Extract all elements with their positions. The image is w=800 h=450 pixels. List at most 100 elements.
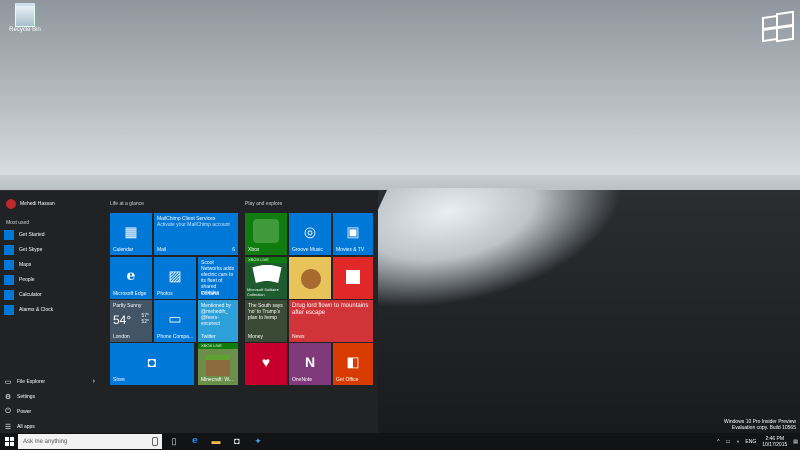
language-indicator[interactable]: ENG [745,439,756,445]
twitter-taskbar-icon[interactable]: ✦ [252,436,264,447]
watermark-line-2: Evaluation copy. Build 10565 [731,425,796,431]
alarm-icon [4,304,14,315]
store-taskbar-icon[interactable]: ◘ [231,436,243,447]
group-play-and-explore[interactable]: Play and explore [245,201,282,207]
app-maps[interactable]: Maps [4,257,100,272]
tile-onenote[interactable]: N OneNote [289,343,331,385]
recycle-bin-desktop-icon[interactable]: Recycle Bin [4,3,46,33]
chevron-right-icon[interactable]: › [93,378,95,385]
evaluation-watermark: Windows 10 Pro Insider Preview Evaluatio… [724,419,796,431]
app-label: People [19,276,35,283]
app-label: Get Skype [19,246,43,253]
tile-flipboard[interactable] [333,257,373,299]
app-alarms-clock[interactable]: Alarms & Clock [4,302,100,317]
taskbar: Ask me anything ▯ e ▬ ◘ ✦ ^ ▭ ◖ ENG 2:46… [0,433,800,450]
folder-icon: ▭ [4,378,12,386]
settings-button[interactable]: ⚙ Settings [4,389,100,404]
start-bottom-list: ▭ File Explorer › ⚙ Settings ⏻ Power ☰ A… [4,374,100,434]
tile-xbox[interactable]: Xbox [245,213,287,255]
avatar [6,199,16,209]
tile-twitter[interactable]: Mentioned by @mehedih_ @feers-excerect T… [198,300,238,342]
cartoon-bear-icon [301,269,321,289]
tile-groove-music[interactable]: ◎ Groove Music [289,213,331,255]
people-icon [4,274,14,285]
flipboard-icon [346,270,360,284]
calculator-icon [4,289,14,300]
tile-label: Photos [157,291,173,297]
cortana-search-input[interactable]: Ask me anything [18,434,162,449]
recycle-bin-icon [15,3,35,27]
tile-microsoft-edge[interactable]: e Microsoft Edge [110,257,152,299]
tile-weather[interactable]: Partly Sunny 54° 57° 52° London [110,300,152,342]
task-view-icon[interactable]: ▯ [168,436,180,447]
app-calculator[interactable]: Calculator [4,287,100,302]
tile-label: Microsoft Edge [113,291,147,297]
tile-iheartradio[interactable]: ♥ [245,343,287,385]
tile-minecraft[interactable]: XBOX LIVE Minecraft: W... [198,343,238,385]
power-label: Power [17,408,32,415]
photos-icon: ▨ [168,267,182,284]
gear-icon: ⚙ [4,393,12,401]
mail-count: 6 [232,247,235,253]
system-tray: ^ ▭ ◖ ENG 2:46 PM 10/17/2015 ▤ [717,433,798,450]
office-icon: ◧ [346,353,360,370]
mail-body: Activate your MailChimp account [157,222,230,228]
file-explorer-button[interactable]: ▭ File Explorer › [4,374,100,389]
tile-label: Mail [157,247,167,253]
most-used-label: Most used [6,220,30,226]
tile-news[interactable]: Drug lord flown to mountains after escap… [289,300,373,342]
tile-label: Phone Compa... [157,334,194,340]
app-label: Calculator [19,291,42,298]
app-get-skype[interactable]: Get Skype [4,242,100,257]
app-get-started[interactable]: Get Started [4,227,100,242]
groove-music-icon: ◎ [303,223,317,240]
tile-label: Money [248,334,264,340]
action-center-icon[interactable]: ▤ [793,439,798,445]
tile-get-office[interactable]: ◧ Get Office [333,343,373,385]
tile-mail[interactable]: MailChimp Client Services Activate your … [154,213,238,255]
file-explorer-taskbar-icon[interactable]: ▬ [210,436,222,447]
network-icon[interactable]: ▭ [726,439,731,445]
clock[interactable]: 2:46 PM 10/17/2015 [762,436,787,448]
tile-calendar[interactable]: ▦ Calendar [110,213,152,255]
tile-photos[interactable]: ▨ Photos [154,257,196,299]
user-account[interactable]: Mehedi Hassan [6,199,55,209]
skype-icon [4,244,14,255]
all-apps-button[interactable]: ☰ All apps [4,419,100,434]
tile-cortana[interactable]: Scoot Networks adds electric cars to its… [198,257,238,299]
volume-icon[interactable]: ◖ [736,439,739,445]
tile-label: Microsoft Solitaire Collection [247,287,279,297]
twitter-body: Mentioned by @mehedih_ @feers-excerect [201,303,232,327]
onenote-icon: N [304,353,316,370]
tile-money[interactable]: The South says 'no' to Trump’s plan to h… [245,300,287,342]
windows-logo-icon [758,6,794,43]
start-menu: Mehedi Hassan Most used Get Started Get … [0,191,378,433]
app-label: Maps [19,261,32,268]
start-button[interactable] [0,433,18,450]
app-people[interactable]: People [4,272,100,287]
phone-companion-icon: ▭ [168,310,182,327]
xbox-live-band: XBOX LIVE [198,343,238,349]
news-headline: Drug lord flown to mountains after escap… [292,303,369,316]
edge-taskbar-icon[interactable]: e [189,436,201,447]
microphone-icon[interactable] [152,437,158,446]
tile-phone-companion[interactable]: ▭ Phone Compa... [154,300,196,342]
tile-label: Groove Music [292,247,323,253]
tile-label: News [292,334,305,340]
tile-solitaire[interactable]: XBOX LIVE Microsoft Solitaire Collection [245,257,287,299]
edge-icon: e [126,267,136,284]
tile-store[interactable]: ◘ Store [110,343,194,385]
power-button[interactable]: ⏻ Power [4,404,100,419]
file-explorer-label: File Explorer [17,378,46,385]
tile-movies-tv[interactable]: ▣ Movies & TV [333,213,373,255]
most-used-list: Get Started Get Skype Maps People Calcul… [4,227,100,317]
tile-game-bear[interactable] [289,257,331,299]
minecraft-block-icon [206,355,230,376]
weather-condition: Partly Sunny [113,303,142,309]
group-life-at-a-glance[interactable]: Life at a glance [110,201,144,207]
list-icon: ☰ [4,423,12,431]
tile-label: Get Office [336,377,359,383]
show-hidden-icons-icon[interactable]: ^ [717,439,719,445]
tile-label: Cortana [201,291,219,297]
app-label: Alarms & Clock [19,306,54,313]
